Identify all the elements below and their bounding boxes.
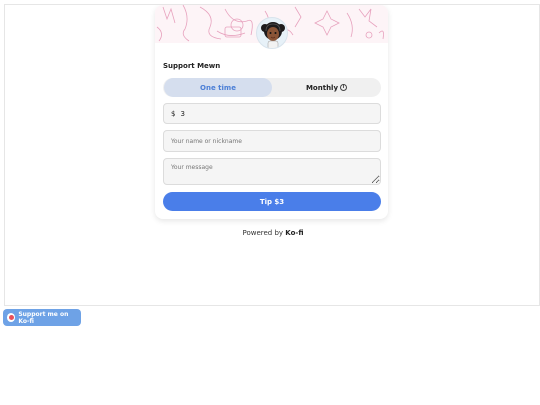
tip-button[interactable]: Tip $3 <box>163 192 381 211</box>
amount-input[interactable]: $ 3 <box>163 103 381 124</box>
powered-by: Powered by Ko-fi <box>5 229 539 237</box>
tab-monthly[interactable]: Monthly i <box>272 78 381 97</box>
currency-symbol: $ <box>171 109 176 118</box>
info-icon: i <box>340 84 348 91</box>
frequency-toggle: One time Monthly i <box>163 78 381 97</box>
ko-fi-cup-icon <box>7 313 16 322</box>
support-me-button[interactable]: Support me on Ko-fi <box>3 309 81 326</box>
amount-value: 3 <box>180 109 185 118</box>
avatar-illustration <box>261 22 285 48</box>
name-input[interactable] <box>163 130 381 152</box>
avatar <box>256 17 288 49</box>
kofi-widget-frame: Support Mewn One time Monthly i $ 3 Tip … <box>4 4 540 306</box>
support-title: Support Mewn <box>163 62 221 70</box>
kofi-brand-link[interactable]: Ko-fi <box>285 229 303 237</box>
support-me-label: Support me on Ko-fi <box>18 310 69 325</box>
tab-one-time[interactable]: One time <box>164 78 272 97</box>
support-card: Support Mewn One time Monthly i $ 3 Tip … <box>155 5 388 219</box>
tab-monthly-label: Monthly <box>305 83 339 92</box>
powered-prefix: Powered by <box>242 229 284 237</box>
tip-button-label: Tip $3 <box>259 197 285 206</box>
tab-one-time-label: One time <box>200 83 236 92</box>
message-input[interactable] <box>163 158 381 185</box>
